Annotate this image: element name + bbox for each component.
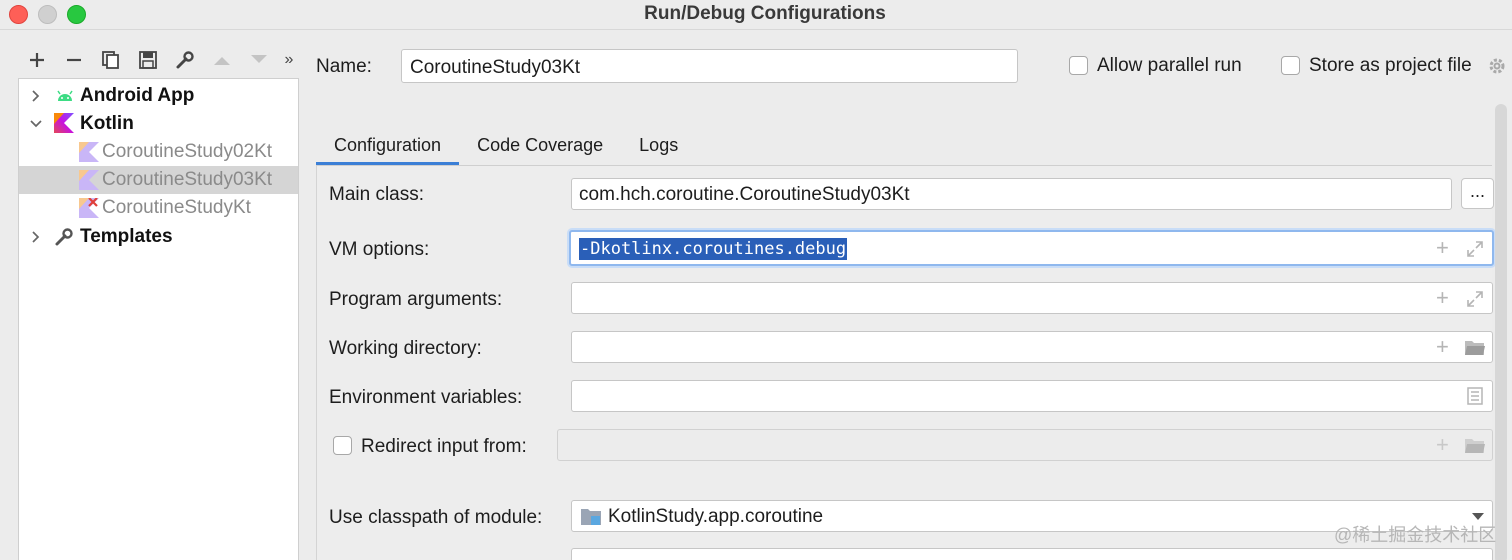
config-tabs: Configuration Code Coverage Logs	[316, 124, 696, 166]
kotlin-file-icon	[79, 142, 99, 162]
classpath-module-label: Use classpath of module:	[329, 507, 543, 528]
main-class-label: Main class:	[329, 184, 425, 205]
classpath-module-value: KotlinStudy.app.coroutine	[608, 506, 824, 527]
vm-options-input[interactable]: -Dkotlinx.coroutines.debug	[569, 230, 1494, 266]
tree-item-label: Kotlin	[80, 113, 134, 134]
environment-variables-input[interactable]	[571, 380, 1493, 412]
tree-item-label: CoroutineStudyKt	[102, 197, 251, 218]
configuration-tree: Android App Kotlin CoroutineStudy02Kt Co…	[18, 78, 299, 560]
browse-main-class-button[interactable]: ...	[1461, 178, 1494, 209]
expand-icon[interactable]	[1466, 290, 1484, 308]
redirect-input-field	[557, 429, 1493, 461]
plus-icon[interactable]: +	[1436, 237, 1449, 259]
tree-item-label: CoroutineStudy03Kt	[102, 169, 273, 190]
plus-icon[interactable]: +	[1436, 287, 1449, 309]
tree-item-coroutinestudy03kt[interactable]: CoroutineStudy03Kt	[19, 166, 298, 194]
jre-select-partial[interactable]	[571, 548, 1493, 560]
allow-parallel-checkbox[interactable]	[1069, 56, 1088, 75]
form-scrollbar[interactable]	[1495, 104, 1507, 560]
config-toolbar: »	[18, 44, 301, 76]
folder-icon[interactable]	[1464, 339, 1486, 357]
window-title: Run/Debug Configurations	[644, 3, 886, 24]
tree-item-label: Templates	[80, 226, 173, 247]
gear-icon[interactable]	[1487, 56, 1507, 76]
save-icon[interactable]	[129, 44, 166, 76]
watermark-text: @稀土掘金技术社区	[1334, 525, 1497, 545]
tree-item-coroutinestudykt[interactable]: CoroutineStudyKt	[19, 194, 298, 222]
program-arguments-input[interactable]	[571, 282, 1493, 314]
allow-parallel-label: Allow parallel run	[1097, 55, 1242, 76]
edit-variables-icon[interactable]	[1467, 387, 1483, 405]
move-up-icon[interactable]	[203, 44, 240, 76]
wrench-icon[interactable]	[166, 44, 203, 76]
kotlin-file-error-icon	[79, 198, 99, 218]
working-directory-label: Working directory:	[329, 338, 482, 359]
tab-configuration[interactable]: Configuration	[316, 124, 460, 166]
store-project-checkbox[interactable]	[1281, 56, 1300, 75]
plus-icon: +	[1436, 432, 1449, 457]
module-folder-icon	[581, 509, 601, 525]
name-input[interactable]: CoroutineStudy03Kt	[401, 49, 1018, 83]
tree-item-kotlin[interactable]: Kotlin	[19, 110, 298, 138]
move-down-icon[interactable]	[240, 44, 277, 76]
name-label: Name:	[316, 56, 372, 77]
vm-options-label: VM options:	[329, 239, 430, 260]
android-icon	[57, 90, 73, 101]
kotlin-file-icon	[79, 170, 99, 190]
wrench-icon	[55, 228, 73, 246]
tab-code-coverage[interactable]: Code Coverage	[459, 124, 621, 166]
add-icon[interactable]	[18, 44, 55, 76]
folder-icon	[1465, 439, 1485, 453]
chevron-down-icon[interactable]	[29, 117, 43, 131]
redirect-input-label: Redirect input from:	[361, 436, 527, 457]
expand-icon[interactable]	[1466, 240, 1484, 258]
title-bar: Run/Debug Configurations	[0, 0, 1512, 30]
vm-options-value: -Dkotlinx.coroutines.debug	[579, 238, 848, 260]
remove-icon[interactable]	[55, 44, 92, 76]
tree-item-android-app[interactable]: Android App	[19, 82, 298, 110]
copy-icon[interactable]	[92, 44, 129, 76]
tree-item-label: Android App	[80, 85, 195, 106]
environment-variables-label: Environment variables:	[329, 387, 523, 408]
main-class-input[interactable]: com.hch.coroutine.CoroutineStudy03Kt	[571, 178, 1452, 210]
working-directory-input[interactable]	[571, 331, 1493, 363]
redirect-input-checkbox[interactable]	[333, 436, 352, 455]
kotlin-icon	[54, 113, 74, 133]
tab-logs[interactable]: Logs	[621, 124, 696, 166]
tree-item-coroutinestudy02kt[interactable]: CoroutineStudy02Kt	[19, 138, 298, 166]
store-project-label: Store as project file	[1309, 55, 1472, 76]
plus-icon[interactable]: +	[1436, 336, 1449, 358]
tree-item-label: CoroutineStudy02Kt	[102, 141, 273, 162]
program-arguments-label: Program arguments:	[329, 289, 503, 310]
more-actions-icon[interactable]: »	[277, 44, 301, 76]
chevron-right-icon[interactable]	[29, 230, 43, 244]
tree-item-templates[interactable]: Templates	[19, 223, 298, 251]
chevron-right-icon[interactable]	[29, 89, 43, 103]
